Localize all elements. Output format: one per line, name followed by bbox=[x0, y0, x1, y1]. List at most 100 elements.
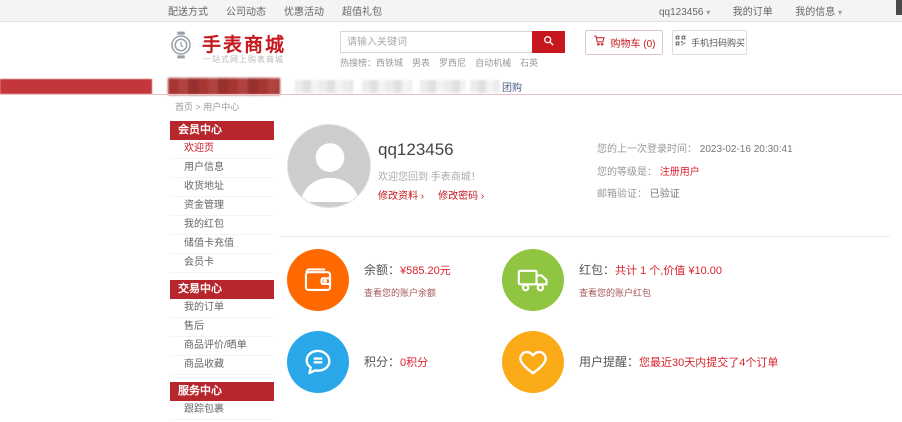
card-title-row: 积分：0积分 bbox=[364, 353, 428, 371]
card-text-1: 红包：共计 1 个,价值 ¥10.00 查看您的账户红包 bbox=[579, 261, 722, 299]
truck-icon bbox=[502, 249, 564, 311]
summary-card-3: 用户提醒：您最近30天内提交了4个订单 bbox=[502, 331, 778, 393]
topbar-links: 配送方式 公司动态 优惠活动 超值礼包 bbox=[168, 0, 382, 22]
redacted-nav-item bbox=[295, 80, 353, 93]
card-title: 红包： bbox=[579, 263, 616, 277]
chat-icon bbox=[287, 331, 349, 393]
card-text-3: 用户提醒：您最近30天内提交了4个订单 bbox=[579, 353, 778, 371]
sidebar-item[interactable]: 收货地址 bbox=[170, 178, 274, 197]
card-value: 您最近30天内提交了4个订单 bbox=[639, 357, 779, 369]
nav-item-groupbuy[interactable]: 团购 bbox=[502, 79, 522, 94]
card-title: 用户提醒： bbox=[579, 355, 640, 369]
chevron-down-icon: ▾ bbox=[706, 8, 711, 17]
sidebar-item[interactable]: 我的红包 bbox=[170, 216, 274, 235]
scrollbar[interactable] bbox=[896, 0, 902, 15]
topbar-link-2[interactable]: 优惠活动 bbox=[284, 2, 324, 24]
magnifier-icon bbox=[542, 34, 555, 50]
sidebar-menu: 会员中心 欢迎页 用户信息 收货地址 资金管理 我的红包 储值卡充值 会员卡 交易中心 我的订单售… bbox=[170, 121, 274, 422]
email-verify-value: 已验证 bbox=[649, 189, 680, 200]
sidebar-section-2: 服务中心跟踪包裹我的留言缺货登记 bbox=[170, 382, 274, 422]
hot-word-3[interactable]: 自动机械 bbox=[475, 56, 511, 69]
watch-logo-icon bbox=[166, 30, 196, 60]
redacted-nav-item bbox=[362, 80, 412, 93]
sidebar-section-0: 会员中心 欢迎页 用户信息 收货地址 资金管理 我的红包 储值卡充值 会员卡 bbox=[170, 121, 274, 273]
topbar-my-info-menu[interactable]: 我的信息 ▾ bbox=[795, 2, 842, 24]
qr-button-label: 手机扫码购买 bbox=[690, 38, 745, 48]
site-title[interactable]: 手表商城 bbox=[202, 30, 286, 57]
breadcrumb[interactable]: 首页 > 用户中心 bbox=[175, 100, 239, 113]
wallet-icon bbox=[287, 249, 349, 311]
sidebar-item[interactable]: 会员卡 bbox=[170, 254, 274, 273]
cart-button[interactable]: 购物车 (0) bbox=[585, 30, 663, 55]
sidebar-section-title: 交易中心 bbox=[170, 280, 274, 299]
welcome-text: 欢迎您回到 手表商城！ bbox=[378, 172, 481, 183]
summary-card-1: 红包：共计 1 个,价值 ¥10.00 查看您的账户红包 bbox=[502, 249, 722, 311]
topbar-username-menu[interactable]: qq123456 ▾ bbox=[659, 2, 710, 24]
profile-username: qq123456 bbox=[378, 140, 454, 159]
card-sub-link[interactable]: 查看您的账户红包 bbox=[579, 286, 722, 299]
card-title: 余额： bbox=[364, 263, 401, 277]
topbar-link-0[interactable]: 配送方式 bbox=[168, 2, 208, 24]
user-level-line: 您的等级是： 注册用户 bbox=[597, 163, 700, 178]
sidebar-item[interactable]: 储值卡充值 bbox=[170, 235, 274, 254]
card-sub-link[interactable]: 查看您的账户余额 bbox=[364, 286, 451, 299]
sidebar-item[interactable]: 欢迎页 bbox=[170, 140, 274, 159]
sidebar-section-title: 服务中心 bbox=[170, 382, 274, 401]
topbar-link-1[interactable]: 公司动态 bbox=[226, 2, 266, 24]
sidebar-item[interactable]: 跟踪包裹 bbox=[170, 401, 274, 420]
last-login-line: 您的上一次登录时间： 2023-02-16 20:30:41 bbox=[597, 140, 793, 155]
user-center-page: 配送方式 公司动态 优惠活动 超值礼包 qq123456 ▾ 我的订单 我的信息 ▾ … bbox=[0, 0, 902, 422]
nav-red-bar bbox=[0, 79, 152, 94]
card-value: ¥585.20元 bbox=[400, 265, 451, 277]
last-login-value: 2023-02-16 20:30:41 bbox=[699, 144, 793, 155]
search-button[interactable] bbox=[532, 31, 565, 53]
redacted-nav-item bbox=[470, 80, 500, 93]
cart-icon bbox=[593, 34, 606, 52]
search-box bbox=[340, 31, 565, 53]
card-title-row: 红包：共计 1 个,价值 ¥10.00 bbox=[579, 261, 722, 279]
heart-icon bbox=[502, 331, 564, 393]
hot-word-0[interactable]: 西铁城 bbox=[376, 56, 403, 69]
hot-search-row: 热搜榜：西铁城 男表 罗西尼 自动机械 石英 bbox=[340, 56, 547, 69]
avatar[interactable] bbox=[287, 124, 371, 208]
hot-word-4[interactable]: 石英 bbox=[520, 56, 538, 69]
sidebar-section-1: 交易中心 我的订单 售后 商品评价/晒单 商品收藏 bbox=[170, 280, 274, 375]
hot-word-1[interactable]: 男表 bbox=[412, 56, 430, 69]
section-divider bbox=[280, 236, 890, 237]
card-title: 积分： bbox=[364, 355, 401, 369]
sidebar-item[interactable]: 资金管理 bbox=[170, 197, 274, 216]
sidebar-item[interactable]: 商品收藏 bbox=[170, 356, 274, 375]
qr-code-icon bbox=[674, 34, 687, 52]
card-value: 共计 1 个,价值 ¥10.00 bbox=[615, 265, 723, 277]
summary-card-0: 余额：¥585.20元查看您的账户余额 bbox=[287, 249, 451, 311]
cart-label: 购物车 (0) bbox=[610, 39, 656, 50]
profile-links: 修改资料 › 修改密码 › bbox=[378, 187, 498, 202]
last-login-label: 您的上一次登录时间： bbox=[597, 144, 697, 155]
hot-search-label: 热搜榜： bbox=[340, 58, 377, 68]
topbar-my-info-label: 我的信息 bbox=[795, 7, 836, 18]
profile-link-1[interactable]: 修改密码 › bbox=[438, 191, 484, 202]
sidebar-item[interactable]: 售后 bbox=[170, 318, 274, 337]
sidebar-item[interactable]: 用户信息 bbox=[170, 159, 274, 178]
search-input[interactable] bbox=[340, 31, 532, 53]
card-text-0: 余额：¥585.20元查看您的账户余额 bbox=[364, 261, 451, 299]
hot-word-2[interactable]: 罗西尼 bbox=[439, 56, 466, 69]
chevron-down-icon: ▾ bbox=[837, 8, 842, 17]
nav-divider bbox=[0, 94, 902, 95]
category-menu-redacted bbox=[168, 78, 280, 95]
topbar-account-links: qq123456 ▾ 我的订单 我的信息 ▾ bbox=[659, 0, 842, 22]
summary-card-2: 积分：0积分 bbox=[287, 331, 428, 393]
sidebar-item[interactable]: 商品评价/晒单 bbox=[170, 337, 274, 356]
topbar-my-orders-link[interactable]: 我的订单 bbox=[733, 2, 773, 24]
email-verify-label: 邮箱验证： bbox=[597, 189, 647, 200]
user-level-value: 注册用户 bbox=[659, 167, 700, 178]
topbar-link-3[interactable]: 超值礼包 bbox=[342, 2, 382, 24]
site-slogan: 一站式网上购表商城 bbox=[203, 55, 284, 64]
redacted-nav-item bbox=[420, 80, 466, 93]
qr-shop-button[interactable]: 手机扫码购买 bbox=[672, 30, 747, 55]
card-value: 0积分 bbox=[400, 357, 429, 369]
top-utility-bar: 配送方式 公司动态 优惠活动 超值礼包 qq123456 ▾ 我的订单 我的信息 ▾ bbox=[0, 0, 902, 22]
sidebar-section-title: 会员中心 bbox=[170, 121, 274, 140]
sidebar-item[interactable]: 我的订单 bbox=[170, 299, 274, 318]
profile-link-0[interactable]: 修改资料 › bbox=[378, 191, 424, 202]
